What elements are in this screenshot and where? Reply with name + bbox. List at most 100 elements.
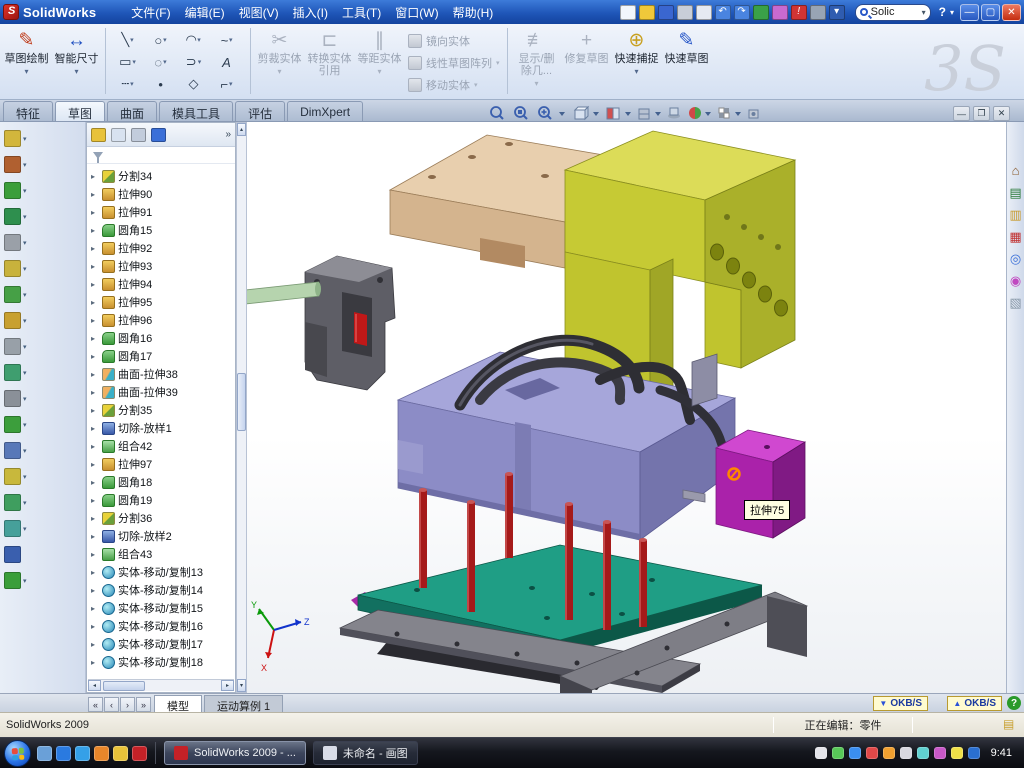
im-icon[interactable] <box>917 747 929 759</box>
close-button[interactable]: ✕ <box>1002 4 1021 21</box>
expand-arrow-icon[interactable] <box>91 442 99 451</box>
menu-item[interactable]: 帮助(H) <box>446 1 501 24</box>
gray-clamp[interactable] <box>305 256 395 390</box>
rapid-sketch-button[interactable]: ✎ 快速草图 <box>663 27 710 95</box>
search-icon[interactable]: ◎ <box>1010 252 1021 265</box>
tree-item[interactable]: 切除-放样1 <box>89 419 233 437</box>
expand-arrow-icon[interactable] <box>91 190 99 199</box>
tree-item[interactable]: 拉伸90 <box>89 185 233 203</box>
next-tab-button[interactable]: › <box>120 697 135 712</box>
rectangle-icon[interactable]: ▭ <box>111 51 144 73</box>
tree-item[interactable]: 实体-移动/复制15 <box>89 599 233 617</box>
tree-item[interactable]: 拉伸93 <box>89 257 233 275</box>
scrollbar-thumb[interactable] <box>103 681 145 691</box>
new-document-icon[interactable] <box>620 5 636 20</box>
expand-arrow-icon[interactable] <box>91 208 99 217</box>
task-paint[interactable]: 未命名 - 画图 <box>313 741 418 765</box>
tree-item[interactable]: 实体-移动/复制18 <box>89 653 233 671</box>
zoom-fit-icon[interactable] <box>491 107 503 119</box>
design-library-icon[interactable]: ▤ <box>1009 186 1021 199</box>
quick-snaps-button[interactable]: ⊕ 快速捕捉 <box>613 27 660 95</box>
expand-arrow-icon[interactable] <box>91 244 99 253</box>
expand-arrow-icon[interactable] <box>91 172 99 181</box>
dropdown-icon[interactable] <box>559 112 565 116</box>
text-icon[interactable]: A <box>210 51 243 73</box>
menu-item[interactable]: 窗口(W) <box>388 1 445 24</box>
sketch-flyout-icon[interactable] <box>4 130 85 147</box>
mirror-tool-icon[interactable] <box>4 338 85 355</box>
curve-tool-icon[interactable] <box>4 416 85 433</box>
expand-arrow-icon[interactable] <box>91 334 99 343</box>
menu-item[interactable]: 视图(V) <box>232 1 286 24</box>
expand-arrow-icon[interactable] <box>91 568 99 577</box>
net-help-icon[interactable] <box>1007 696 1021 710</box>
doc-restore-button[interactable]: ❐ <box>973 106 990 121</box>
spline-tool-icon[interactable] <box>4 442 85 459</box>
document-tab[interactable]: 运动算例 1 <box>204 695 283 712</box>
extrude-tool-icon[interactable] <box>4 208 85 225</box>
expand-arrow-icon[interactable] <box>91 352 99 361</box>
arc-icon[interactable]: ◠ <box>177 29 210 51</box>
menu-item[interactable]: 插入(I) <box>286 1 335 24</box>
expand-arrow-icon[interactable] <box>91 424 99 433</box>
solidworks-quicklaunch-icon[interactable] <box>132 746 147 761</box>
display-delete-relations-button[interactable]: ≢ 显示/删除几... <box>513 27 560 95</box>
pattern-tool-icon[interactable] <box>4 234 85 251</box>
section-view-icon[interactable] <box>607 108 619 119</box>
tree-item[interactable]: 拉伸96 <box>89 311 233 329</box>
expand-arrow-icon[interactable] <box>91 622 99 631</box>
expand-arrow-icon[interactable] <box>91 640 99 649</box>
tree-item[interactable]: 实体-移动/复制16 <box>89 617 233 635</box>
tree-item[interactable]: 圆角18 <box>89 473 233 491</box>
appearance-icon[interactable] <box>772 5 788 20</box>
toolbox-icon[interactable]: ▦ <box>1009 230 1021 243</box>
rib-tool-icon[interactable] <box>4 364 85 381</box>
revolve-tool-icon[interactable] <box>4 182 85 199</box>
sweep-tool-icon[interactable] <box>4 520 85 537</box>
status-note-icon[interactable] <box>1003 718 1018 732</box>
toolbar-dropdown-icon[interactable]: ▾ <box>829 5 845 20</box>
expand-arrow-icon[interactable] <box>91 514 99 523</box>
scroll-down-icon[interactable]: ▾ <box>237 679 246 692</box>
folder-icon[interactable] <box>113 746 128 761</box>
expand-arrow-icon[interactable] <box>91 316 99 325</box>
dimxpertmanager-tab-icon[interactable] <box>151 128 166 142</box>
fillet-tool-icon[interactable] <box>4 286 85 303</box>
search-box[interactable]: ▾ <box>855 4 931 21</box>
volume-icon[interactable] <box>900 747 912 759</box>
start-button[interactable] <box>4 740 31 767</box>
minimize-button[interactable]: — <box>960 4 979 21</box>
taskbar-clock[interactable]: 9:41 <box>991 747 1012 759</box>
freeform-tool-icon[interactable] <box>4 572 85 589</box>
tree-item[interactable]: 实体-移动/复制17 <box>89 635 233 653</box>
filter-funnel-icon[interactable] <box>93 152 103 159</box>
spline-icon[interactable]: ~ <box>210 29 243 51</box>
mirror-entities-button[interactable]: 镜向实体 <box>406 30 502 51</box>
options-icon[interactable] <box>810 5 826 20</box>
show-desktop-icon[interactable] <box>37 746 52 761</box>
search-dropdown-icon[interactable]: ▾ <box>922 8 926 17</box>
tree-item[interactable]: 拉伸92 <box>89 239 233 257</box>
window-switcher-icon[interactable] <box>56 746 71 761</box>
messenger-icon[interactable] <box>832 747 844 759</box>
commandmanager-tab[interactable]: 特征 <box>3 101 53 121</box>
help-button[interactable]: ? <box>939 5 946 19</box>
zoom-in-out-icon[interactable] <box>539 107 551 119</box>
commandmanager-tab[interactable]: 曲面 <box>107 101 157 121</box>
expand-arrow-icon[interactable] <box>91 298 99 307</box>
last-tab-button[interactable]: » <box>136 697 151 712</box>
dimension-flyout-icon[interactable] <box>4 156 85 173</box>
sketch-button[interactable]: ✎ 草图绘制 <box>3 27 50 95</box>
save-icon[interactable] <box>658 5 674 20</box>
zoom-area-icon[interactable] <box>515 107 527 119</box>
configurationmanager-tab-icon[interactable] <box>131 128 146 142</box>
menu-item[interactable]: 工具(T) <box>335 1 388 24</box>
expand-arrow-icon[interactable] <box>91 478 99 487</box>
graphics-area[interactable]: Y X Z 拉伸75 <box>247 122 1006 693</box>
internet-explorer-icon[interactable] <box>75 746 90 761</box>
tree-item[interactable]: 圆角15 <box>89 221 233 239</box>
commandmanager-tab[interactable]: DimXpert <box>287 101 363 121</box>
menu-item[interactable]: 编辑(E) <box>178 1 232 24</box>
tree-item[interactable]: 组合43 <box>89 545 233 563</box>
tree-item[interactable]: 分割35 <box>89 401 233 419</box>
